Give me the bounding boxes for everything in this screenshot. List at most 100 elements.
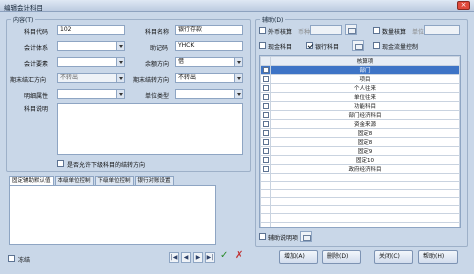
unit-input[interactable] bbox=[424, 25, 460, 35]
tab-panel bbox=[9, 185, 216, 245]
table-row[interactable]: 政府经济科目 bbox=[260, 164, 460, 174]
prev-record-icon[interactable]: ◀ bbox=[181, 252, 191, 263]
chevron-down-icon bbox=[116, 42, 124, 50]
delete-button[interactable]: 删除(D) bbox=[322, 250, 361, 264]
tab-lower-unit-control[interactable]: 下级单位控制 bbox=[94, 176, 134, 185]
close-button[interactable]: 关闭(C) bbox=[374, 250, 413, 264]
close-window-button[interactable]: × bbox=[457, 1, 470, 10]
table-row[interactable]: 固定9 bbox=[260, 146, 460, 156]
row-checkbox[interactable] bbox=[262, 75, 269, 82]
currency-browse-icon[interactable] bbox=[345, 24, 357, 35]
detail-attr-select[interactable] bbox=[57, 89, 125, 99]
quantity-checkbox[interactable] bbox=[373, 27, 380, 34]
disabled-checkbox[interactable] bbox=[8, 255, 15, 262]
tab-own-unit-control[interactable]: 本级单位控制 bbox=[54, 176, 94, 185]
table-row[interactable]: 单位往来 bbox=[260, 92, 460, 102]
table-row[interactable] bbox=[260, 205, 460, 215]
table-row[interactable] bbox=[260, 172, 460, 183]
close-label: 关闭 bbox=[379, 253, 392, 260]
table-row[interactable] bbox=[260, 221, 460, 227]
row-label: 固定8 bbox=[270, 128, 460, 138]
tab-fixed-aux-default[interactable]: 固定辅助默认值 bbox=[9, 176, 54, 185]
row-checkbox[interactable] bbox=[262, 66, 269, 73]
allow-lower-checkbox[interactable] bbox=[57, 160, 64, 167]
currency-label: 币种 bbox=[298, 29, 311, 36]
unit-type-select[interactable] bbox=[175, 89, 243, 99]
balance-dir-label: 余额方向 bbox=[145, 61, 170, 68]
period-close-label: 期末结汇方向 bbox=[10, 77, 47, 84]
system-select[interactable] bbox=[57, 41, 125, 51]
row-checkbox[interactable] bbox=[262, 129, 269, 136]
balance-dir-select[interactable]: 借 bbox=[175, 57, 243, 67]
code-input[interactable]: 102 bbox=[57, 25, 125, 35]
help-key: (H) bbox=[435, 253, 445, 260]
row-checkbox[interactable] bbox=[262, 138, 269, 145]
bank-checkbox[interactable] bbox=[306, 42, 313, 49]
last-record-icon[interactable]: ▶| bbox=[205, 252, 215, 263]
bank-label: 银行科目 bbox=[315, 44, 340, 51]
table-row[interactable]: 固定8 bbox=[260, 137, 460, 147]
window-title: 编辑会计科目 bbox=[4, 4, 43, 12]
table-row[interactable] bbox=[260, 181, 460, 191]
table-row[interactable]: 固定10 bbox=[260, 155, 460, 165]
row-checkbox[interactable] bbox=[262, 165, 269, 172]
year-close-value: 不转出 bbox=[178, 74, 197, 81]
code-label: 科目代码 bbox=[24, 29, 49, 36]
row-checkbox[interactable] bbox=[262, 120, 269, 127]
help-button[interactable]: 帮助(H) bbox=[418, 250, 458, 264]
quantity-label: 数量核算 bbox=[382, 29, 407, 36]
foreign-checkbox[interactable] bbox=[259, 27, 266, 34]
table-row[interactable] bbox=[260, 197, 460, 207]
year-close-select[interactable]: 不转出 bbox=[175, 73, 243, 83]
mnemonic-input[interactable]: YHCK bbox=[175, 41, 243, 51]
tab-bar: 固定辅助默认值 本级单位控制 下级单位控制 银行对账设置 bbox=[9, 176, 175, 185]
element-select[interactable] bbox=[57, 57, 125, 67]
grid-check-header bbox=[260, 56, 271, 66]
period-close-select[interactable]: 不转出 bbox=[57, 73, 125, 83]
chevron-down-icon bbox=[116, 74, 124, 82]
next-record-icon[interactable]: ▶ bbox=[193, 252, 203, 263]
cross-icon[interactable]: ✗ bbox=[235, 250, 243, 261]
row-checkbox[interactable] bbox=[262, 102, 269, 109]
row-checkbox[interactable] bbox=[262, 156, 269, 163]
table-row[interactable]: 功能科目 bbox=[260, 101, 460, 111]
content-group-legend: 内容(T) bbox=[13, 17, 34, 24]
aux-group-legend: 辅助(D) bbox=[262, 17, 284, 24]
allow-lower-label: 是否允许下级科目的结转方向 bbox=[67, 162, 146, 169]
first-record-icon[interactable]: |◀ bbox=[169, 252, 179, 263]
row-checkbox[interactable] bbox=[262, 93, 269, 100]
table-row[interactable]: 个人往来 bbox=[260, 83, 460, 93]
system-label: 会计体系 bbox=[24, 45, 49, 52]
row-label: 政府经济科目 bbox=[270, 164, 460, 174]
aux-desc-label: 辅助说明项 bbox=[268, 235, 299, 242]
table-row[interactable] bbox=[260, 189, 460, 199]
row-checkbox[interactable] bbox=[262, 111, 269, 118]
description-textarea[interactable] bbox=[57, 103, 243, 155]
table-row[interactable]: 资金来源 bbox=[260, 119, 460, 129]
mnemonic-label: 助记码 bbox=[150, 45, 169, 52]
cash-checkbox[interactable] bbox=[259, 42, 266, 49]
row-label: 部门经济科目 bbox=[270, 110, 460, 120]
check-icon[interactable]: ✓ bbox=[220, 250, 228, 261]
table-row[interactable]: 项目 bbox=[260, 74, 460, 84]
table-row[interactable]: 固定8 bbox=[260, 128, 460, 138]
tab-bank-reconcile[interactable]: 银行对账设置 bbox=[134, 176, 174, 185]
name-input[interactable]: 银行存款 bbox=[175, 25, 243, 35]
row-checkbox[interactable] bbox=[262, 147, 269, 154]
bank-browse-icon[interactable] bbox=[352, 40, 364, 51]
chevron-down-icon bbox=[234, 74, 242, 82]
table-row[interactable] bbox=[260, 213, 460, 223]
help-label: 帮助 bbox=[423, 253, 436, 260]
table-row[interactable]: 部门经济科目 bbox=[260, 110, 460, 120]
name-label: 科目名称 bbox=[145, 29, 170, 36]
aux-desc-browse-icon[interactable] bbox=[300, 231, 312, 242]
row-checkbox[interactable] bbox=[262, 84, 269, 91]
close-key: (C) bbox=[391, 253, 400, 260]
currency-select[interactable] bbox=[310, 25, 342, 35]
element-label: 会计要素 bbox=[24, 61, 49, 68]
cashflow-checkbox[interactable] bbox=[373, 42, 380, 49]
add-button[interactable]: 增加(A) bbox=[279, 250, 318, 264]
balance-dir-value: 借 bbox=[178, 58, 185, 65]
table-row[interactable]: 部门 bbox=[260, 65, 460, 75]
aux-desc-checkbox[interactable] bbox=[259, 233, 266, 240]
